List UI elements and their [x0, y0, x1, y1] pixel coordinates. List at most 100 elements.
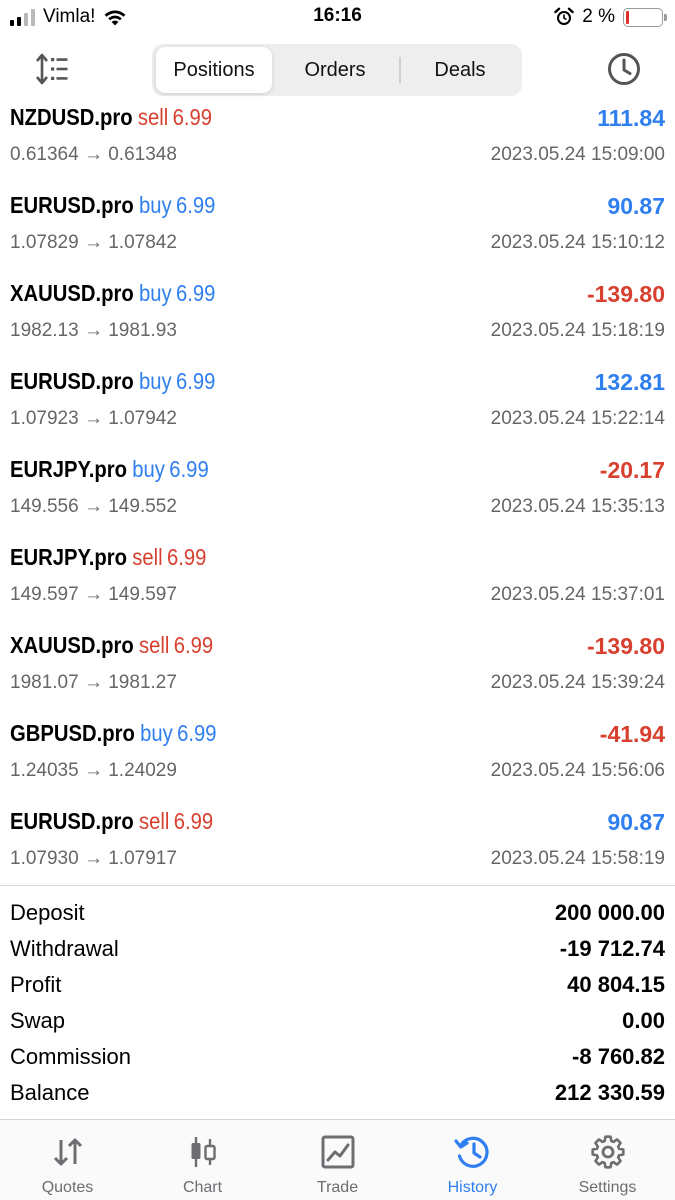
deal-prices: 1.24035 → 1.24029: [10, 760, 177, 781]
deal-row[interactable]: EURUSD.pro buy 6.99 90.87 1.07829 → 1.0784…: [0, 188, 675, 276]
sort-icon[interactable]: [34, 52, 70, 86]
deal-volume: 6.99: [173, 808, 214, 834]
deal-profit: -41.94: [599, 721, 665, 747]
deal-row[interactable]: XAUUSD.pro buy 6.99 -139.80 1982.13 → 1981…: [0, 276, 675, 364]
chart-icon: [191, 1137, 216, 1167]
deal-volume: 6.99: [169, 456, 209, 482]
deal-row[interactable]: NZDUSD.pro sell 6.99 111.84 0.61364 → 0.61…: [0, 100, 675, 188]
deal-row[interactable]: GBPUSD.pro buy 6.99 -41.94 1.24035 → 1.240…: [0, 716, 675, 804]
tab-label: Trade: [316, 1179, 359, 1196]
deal-symbol: EURUSD.pro: [10, 808, 134, 834]
deal-time: 2023.05.24 15:18:19: [490, 320, 665, 341]
summary-value: 0.00: [622, 1008, 665, 1033]
summary-value: 212 330.59: [554, 1080, 665, 1105]
segmented-control: Positions Orders Deals: [152, 44, 522, 96]
deal-time: 2023.05.24 15:22:14: [490, 408, 665, 429]
deal-direction: buy: [140, 720, 173, 746]
summary-withdrawal: Withdrawal -19 712.74: [0, 932, 675, 968]
deal-profit: -20.17: [599, 457, 665, 483]
history-icon: [453, 1136, 489, 1168]
clock-icon[interactable]: [606, 51, 642, 87]
tab-label: History: [447, 1179, 498, 1196]
deal-time: 2023.05.24 15:09:00: [490, 144, 665, 165]
deal-volume: 6.99: [177, 720, 217, 746]
summary-label: Swap: [10, 1008, 66, 1033]
deal-volume: 6.99: [167, 544, 207, 570]
summary-label: Commission: [10, 1044, 132, 1069]
tab-orders[interactable]: Orders: [274, 47, 396, 93]
summary-divider: [0, 885, 675, 886]
bottom-tab-bar: Quotes Chart Trade History Settings: [0, 1119, 675, 1200]
deal-prices: 1.07923 → 1.07942: [10, 408, 177, 429]
deal-direction: sell: [138, 808, 170, 834]
deal-symbol: EURJPY.pro: [10, 544, 127, 570]
deal-time: 2023.05.24 15:35:13: [490, 496, 665, 517]
deal-volume: 6.99: [176, 368, 216, 394]
deal-profit: 132.81: [594, 369, 665, 395]
account-summary: Deposit 200 000.00 Withdrawal -19 712.74…: [0, 896, 675, 1112]
tab-label: Chart: [182, 1179, 223, 1196]
deal-symbol: XAUUSD.pro: [10, 632, 134, 658]
deal-symbol: XAUUSD.pro: [10, 280, 134, 306]
deal-row[interactable]: EURJPY.pro sell 6.99 149.597 → 149.597 202…: [0, 540, 675, 628]
tab-label: Settings: [578, 1179, 637, 1196]
deal-row[interactable]: EURJPY.pro buy 6.99 -20.17 149.556 → 149.5…: [0, 452, 675, 540]
deal-direction: buy: [138, 368, 172, 394]
summary-swap: Swap 0.00: [0, 1004, 675, 1040]
deal-symbol: EURJPY.pro: [10, 456, 127, 482]
tab-chart[interactable]: Chart: [135, 1120, 270, 1200]
deal-direction: sell: [132, 544, 163, 570]
deal-profit: 90.87: [607, 193, 665, 219]
deal-prices: 1982.13 → 1981.93: [10, 320, 177, 341]
deal-time: 2023.05.24 15:39:24: [490, 672, 665, 693]
summary-profit: Profit 40 804.15: [0, 968, 675, 1004]
top-bar: Positions Orders Deals: [0, 42, 675, 98]
deal-symbol: NZDUSD.pro: [10, 104, 133, 130]
tab-positions[interactable]: Positions: [156, 47, 272, 93]
gear-icon: [590, 1135, 625, 1169]
deal-direction: buy: [132, 456, 165, 482]
summary-value: 200 000.00: [554, 900, 665, 925]
summary-value: 40 804.15: [567, 972, 665, 997]
summary-label: Profit: [10, 972, 62, 997]
summary-label: Withdrawal: [10, 936, 119, 961]
alarm-clock-icon: [554, 7, 574, 25]
deal-direction: buy: [138, 192, 172, 218]
deal-prices: 149.556 → 149.552: [10, 496, 177, 517]
deal-prices: 1.07930 → 1.07917: [10, 848, 177, 869]
deal-profit: -139.80: [586, 633, 665, 659]
deal-time: 2023.05.24 15:56:06: [490, 760, 665, 781]
summary-label: Deposit: [10, 900, 85, 925]
tab-history[interactable]: History: [405, 1120, 540, 1200]
deal-prices: 149.597 → 149.597: [10, 584, 177, 605]
deal-volume: 6.99: [173, 632, 214, 658]
deal-prices: 0.61364 → 0.61348: [10, 144, 177, 165]
tab-trade[interactable]: Trade: [270, 1120, 405, 1200]
trade-icon: [321, 1135, 354, 1169]
deal-prices: 1.07829 → 1.07842: [10, 232, 177, 253]
deal-volume: 6.99: [176, 280, 216, 306]
tab-label: Quotes: [41, 1179, 94, 1196]
deal-direction: sell: [138, 632, 170, 658]
status-bar: Vimla! 16:16 2 %: [0, 0, 675, 36]
tab-settings[interactable]: Settings: [540, 1120, 675, 1200]
deal-symbol: GBPUSD.pro: [10, 720, 135, 746]
deal-symbol: EURUSD.pro: [10, 368, 134, 394]
gear-outline: [590, 1135, 625, 1169]
deal-row[interactable]: XAUUSD.pro sell 6.99 -139.80 1981.07 → 198…: [0, 628, 675, 716]
tab-deals[interactable]: Deals: [402, 47, 518, 93]
summary-deposit: Deposit 200 000.00: [0, 896, 675, 932]
summary-balance: Balance 212 330.59: [0, 1076, 675, 1112]
summary-label: Balance: [10, 1080, 90, 1105]
segment-divider: [399, 57, 401, 83]
deal-symbol: EURUSD.pro: [10, 192, 134, 218]
summary-commission: Commission -8 760.82: [0, 1040, 675, 1076]
tab-quotes[interactable]: Quotes: [0, 1120, 135, 1200]
deal-row[interactable]: EURUSD.pro buy 6.99 132.81 1.07923 → 1.079…: [0, 364, 675, 452]
deal-prices: 1981.07 → 1981.27: [10, 672, 177, 693]
summary-value: -8 760.82: [572, 1044, 665, 1069]
summary-value: -19 712.74: [559, 936, 665, 961]
deal-row[interactable]: EURUSD.pro sell 6.99 90.87 1.07930 → 1.079…: [0, 804, 675, 892]
deal-time: 2023.05.24 15:37:01: [490, 584, 665, 605]
battery-percent: 2 %: [582, 6, 615, 27]
